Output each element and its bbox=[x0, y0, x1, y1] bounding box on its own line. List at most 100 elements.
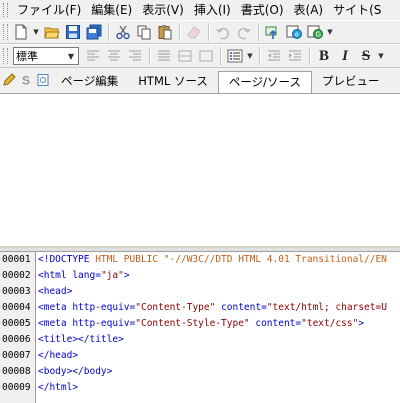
line-number: 00004 bbox=[2, 302, 31, 313]
source-code-area[interactable]: <!DOCTYPE HTML PUBLIC "-//W3C//DTD HTML … bbox=[36, 252, 400, 403]
source-line[interactable]: <body></body> bbox=[38, 364, 400, 380]
rule-icon[interactable] bbox=[196, 46, 216, 66]
source-token: <html bbox=[38, 270, 67, 281]
tab-page-edit[interactable]: ページ編集 bbox=[51, 71, 128, 91]
standard-toolbar: ▼ e G ▼ bbox=[0, 20, 400, 44]
source-line[interactable]: <!DOCTYPE HTML PUBLIC "-//W3C//DTD HTML … bbox=[38, 252, 400, 268]
source-view[interactable]: 00001 00002 00003 00004 00005 00006 00007 00008… bbox=[0, 252, 400, 403]
strike-icon[interactable]: S bbox=[356, 46, 376, 66]
toolbar-separator bbox=[149, 47, 151, 65]
line-number: 00002 bbox=[2, 270, 31, 281]
source-line[interactable]: <title></title> bbox=[38, 332, 400, 348]
italic-icon[interactable]: I bbox=[335, 46, 355, 66]
line-number: 00001 bbox=[2, 254, 31, 265]
paste-icon[interactable] bbox=[155, 22, 175, 42]
toolbar-separator bbox=[258, 23, 260, 41]
toolbar-grip[interactable] bbox=[3, 24, 8, 40]
source-line[interactable]: <head> bbox=[38, 284, 400, 300]
source-token: <meta bbox=[38, 302, 67, 313]
menu-format[interactable]: 書式(O) bbox=[236, 0, 289, 20]
pencil-icon[interactable] bbox=[2, 73, 16, 87]
menu-grip[interactable] bbox=[3, 3, 8, 17]
page-icon[interactable] bbox=[36, 73, 50, 87]
source-token: content= bbox=[249, 318, 302, 329]
source-token: </head> bbox=[38, 350, 79, 361]
cut-icon[interactable] bbox=[113, 22, 133, 42]
source-token: http-equiv= bbox=[66, 302, 136, 313]
strike-dropdown-icon[interactable]: ▼ bbox=[377, 52, 385, 60]
bold-label: B bbox=[318, 47, 329, 64]
toolbar-separator bbox=[220, 47, 222, 65]
line-number: 00008 bbox=[2, 366, 31, 377]
source-line[interactable]: <meta http-equiv="Content-Style-Type" co… bbox=[38, 316, 400, 332]
outdent-icon[interactable] bbox=[264, 46, 284, 66]
open-folder-icon[interactable] bbox=[42, 22, 62, 42]
browser-preview-icon[interactable]: e bbox=[284, 22, 304, 42]
publish-icon[interactable] bbox=[263, 22, 283, 42]
list-dropdown-icon[interactable]: ▼ bbox=[246, 52, 254, 60]
menu-table[interactable]: 表(A) bbox=[289, 0, 329, 20]
design-view[interactable] bbox=[0, 94, 400, 248]
italic-label: I bbox=[342, 47, 348, 64]
toolbar-grip[interactable] bbox=[3, 48, 8, 64]
indent-icon[interactable] bbox=[285, 46, 305, 66]
toolbar-separator bbox=[208, 23, 210, 41]
view-tab-bar: S ページ編集 HTML ソース ページ/ソース プレビュー bbox=[0, 68, 400, 94]
line-number: 00003 bbox=[2, 286, 31, 297]
source-token: "text/css" bbox=[301, 318, 359, 329]
bold-icon[interactable]: B bbox=[314, 46, 334, 66]
new-page-icon[interactable] bbox=[11, 22, 31, 42]
line-number-gutter: 00001 00002 00003 00004 00005 00006 00007 00008… bbox=[0, 252, 36, 403]
menu-edit[interactable]: 編集(E) bbox=[86, 0, 137, 20]
s-icon[interactable]: S bbox=[19, 73, 33, 88]
source-token: <body></body> bbox=[38, 366, 113, 377]
source-token: <meta bbox=[38, 318, 67, 329]
source-line[interactable]: <html lang="ja"> bbox=[38, 268, 400, 284]
source-token: <head> bbox=[38, 286, 73, 297]
toolbar-separator bbox=[108, 23, 110, 41]
tab-html-source[interactable]: HTML ソース bbox=[128, 71, 218, 91]
align-right-icon[interactable] bbox=[125, 46, 145, 66]
paragraph-style-select[interactable]: 標準 ▼ bbox=[13, 47, 79, 65]
toolbar-separator bbox=[309, 47, 311, 65]
source-line[interactable]: <meta http-equiv="Content-Type" content=… bbox=[38, 300, 400, 316]
block-icon[interactable] bbox=[175, 46, 195, 66]
source-token: > bbox=[123, 270, 130, 281]
source-token: "text/html; charset=U bbox=[266, 302, 387, 313]
source-token: "ja" bbox=[100, 270, 124, 281]
list-icon[interactable] bbox=[225, 46, 245, 66]
source-line[interactable]: </head> bbox=[38, 348, 400, 364]
svg-text:G: G bbox=[316, 32, 321, 39]
copy-icon[interactable] bbox=[134, 22, 154, 42]
tab-preview[interactable]: プレビュー bbox=[312, 71, 390, 91]
web-settings-dropdown-icon[interactable]: ▼ bbox=[326, 28, 334, 36]
undo-icon[interactable] bbox=[213, 22, 233, 42]
source-token: HTML PUBLIC "-//W3C//DTD HTML 4.01 Trans… bbox=[89, 254, 387, 265]
menu-view[interactable]: 表示(V) bbox=[137, 0, 189, 20]
menu-site[interactable]: サイト(S bbox=[328, 0, 386, 20]
svg-text:e: e bbox=[295, 32, 299, 39]
format-toolbar: 標準 ▼ ▼ B I S ▼ bbox=[0, 44, 400, 68]
web-settings-icon[interactable]: G bbox=[305, 22, 325, 42]
menu-insert[interactable]: 挿入(I) bbox=[189, 0, 236, 20]
align-left-icon[interactable] bbox=[83, 46, 103, 66]
line-number: 00005 bbox=[2, 318, 31, 329]
source-token: </html> bbox=[38, 382, 79, 393]
menu-file[interactable]: ファイル(F) bbox=[12, 0, 86, 20]
align-center-icon[interactable] bbox=[104, 46, 124, 66]
save-icon[interactable] bbox=[63, 22, 83, 42]
source-token: "Content-Type" bbox=[135, 302, 216, 313]
source-token: <title></title> bbox=[38, 334, 124, 345]
strike-label: S bbox=[361, 47, 371, 64]
line-number: 00007 bbox=[2, 350, 31, 361]
chevron-down-icon[interactable]: ▼ bbox=[64, 48, 78, 64]
justify-icon[interactable] bbox=[154, 46, 174, 66]
tab-page-source[interactable]: ページ/ソース bbox=[217, 71, 312, 93]
source-token: content= bbox=[215, 302, 267, 313]
save-all-icon[interactable] bbox=[84, 22, 104, 42]
eraser-icon[interactable] bbox=[184, 22, 204, 42]
redo-icon[interactable] bbox=[234, 22, 254, 42]
source-line[interactable]: </html> bbox=[38, 380, 400, 396]
svg-text:S: S bbox=[22, 74, 30, 88]
new-page-dropdown-icon[interactable]: ▼ bbox=[32, 28, 40, 36]
